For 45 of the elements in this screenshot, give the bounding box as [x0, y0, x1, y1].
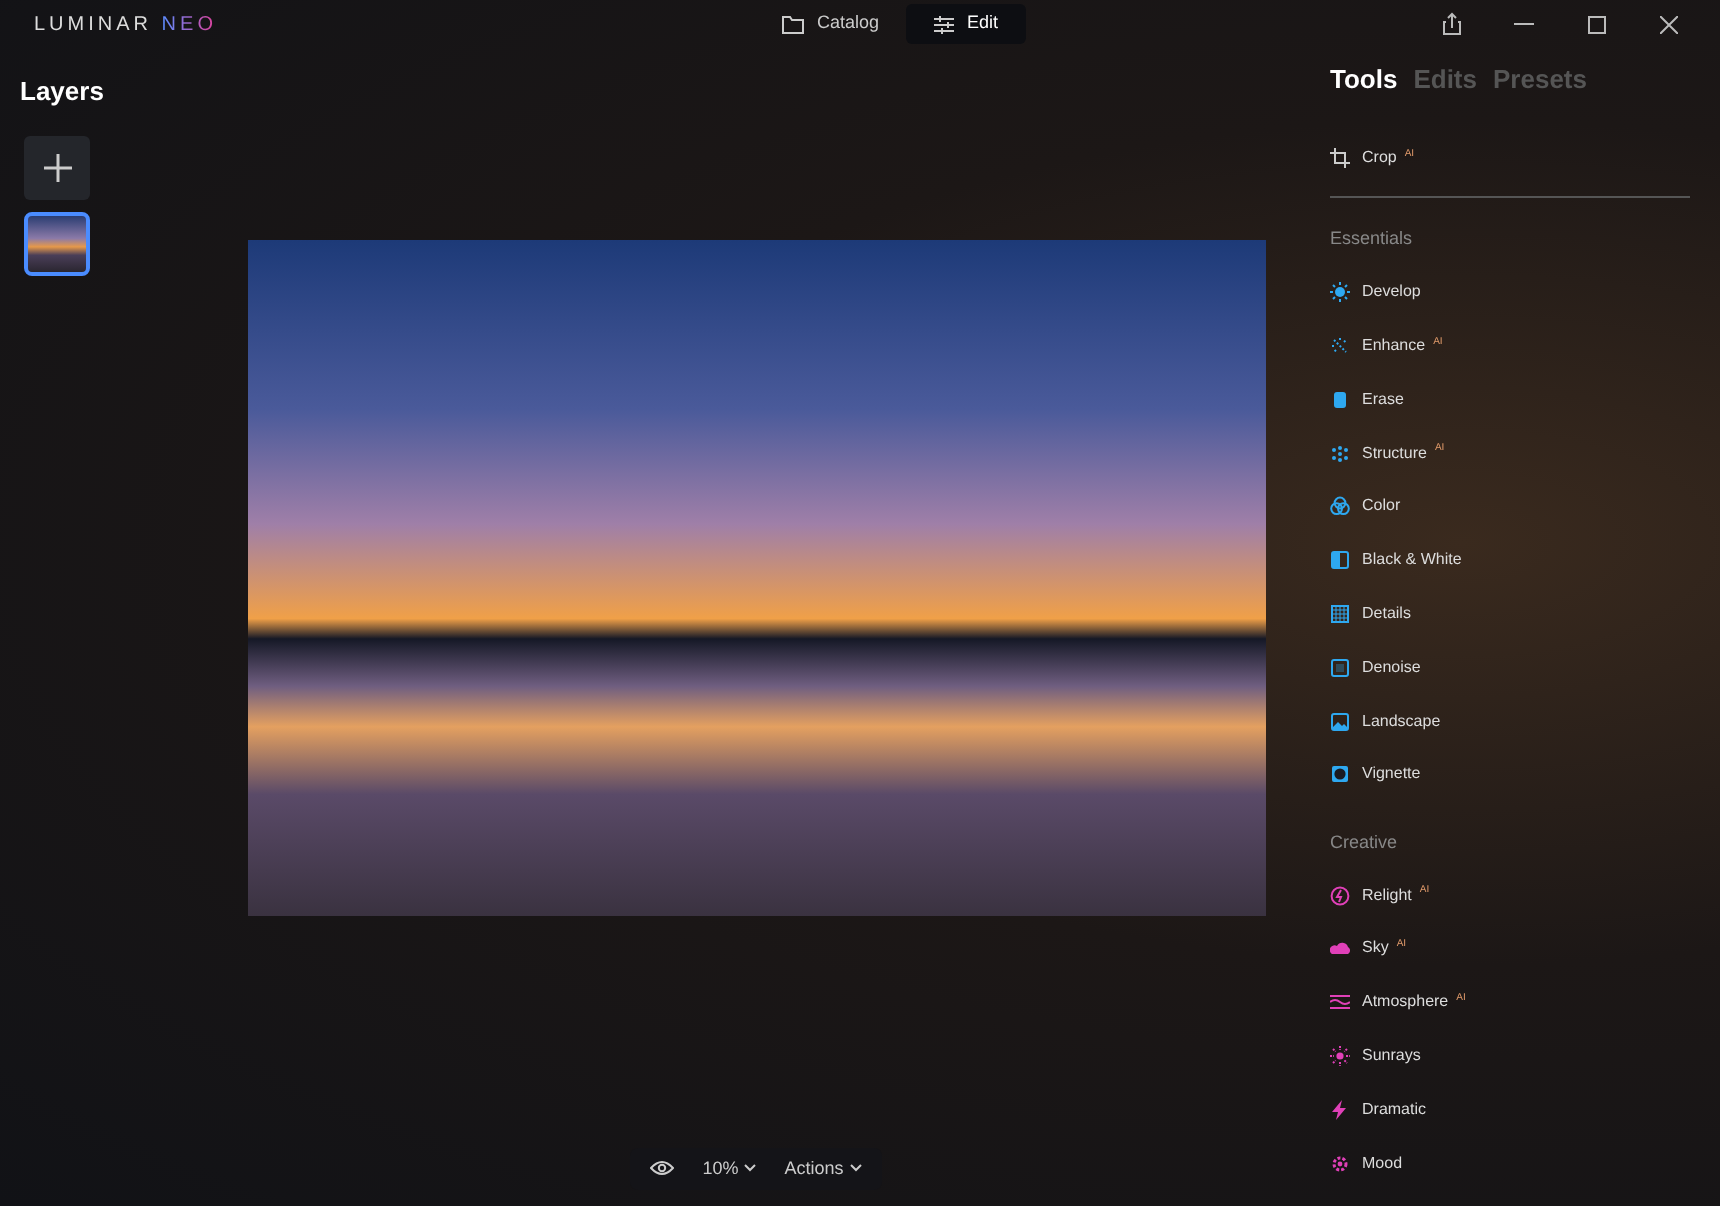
tool-item[interactable]: Vignette: [1330, 747, 1690, 802]
panel-tab[interactable]: Tools: [1330, 60, 1398, 99]
panel-title: Layers: [20, 74, 106, 110]
section-title: Creative: [1330, 829, 1400, 856]
eraser-icon: [1330, 389, 1350, 410]
bolt-circle-icon: [1330, 885, 1350, 906]
eye-icon[interactable]: [650, 1160, 675, 1177]
sunburst-icon: [1330, 1046, 1350, 1067]
layer-thumbnail[interactable]: [24, 211, 90, 275]
caret-icon: [744, 1164, 757, 1173]
tool-item[interactable]: Develop: [1330, 265, 1690, 320]
tool-item[interactable]: Dramatic: [1330, 1082, 1690, 1137]
tool-item[interactable]: Sunrays: [1330, 1029, 1690, 1083]
tool-item[interactable]: Erase: [1330, 372, 1690, 427]
grid-icon: [1330, 603, 1350, 624]
picture-icon: [1330, 711, 1350, 732]
caret-icon: [849, 1164, 862, 1173]
nav-tab[interactable]: Edit: [906, 4, 1026, 44]
flower-icon: [1330, 1153, 1350, 1174]
cloud-icon: [1330, 938, 1350, 959]
tool-item[interactable]: Mood: [1330, 1136, 1690, 1191]
tool-item[interactable]: Details: [1330, 587, 1690, 641]
vignette-icon: [1330, 764, 1350, 785]
app-logo: LUMINAR NEO: [34, 11, 217, 39]
tool-item[interactable]: Landscape: [1330, 694, 1690, 748]
lightning-icon: [1330, 1099, 1350, 1120]
dots-icon: [1330, 443, 1350, 464]
crop-icon: [1330, 147, 1350, 168]
tool-item[interactable]: Black & White: [1330, 533, 1690, 588]
tool-item[interactable]: Color: [1330, 479, 1690, 534]
circles-icon: [1330, 496, 1350, 517]
actions-dropdown[interactable]: Actions: [784, 1155, 862, 1182]
folder-icon: [782, 15, 805, 33]
tool-item[interactable]: Denoise: [1330, 640, 1690, 695]
plus-icon: [43, 153, 71, 181]
nav-tab[interactable]: Catalog: [754, 4, 907, 44]
square-icon: [1330, 657, 1350, 678]
waves-icon: [1330, 992, 1350, 1013]
zoom-dropdown[interactable]: 10%: [702, 1155, 757, 1182]
sun-icon: [1330, 282, 1350, 303]
half-square-icon: [1330, 550, 1350, 571]
section-title: Essentials: [1330, 226, 1415, 253]
sparkle-icon: [1330, 335, 1350, 356]
add-layer-button[interactable]: [24, 135, 90, 199]
sliders-icon: [934, 15, 955, 33]
